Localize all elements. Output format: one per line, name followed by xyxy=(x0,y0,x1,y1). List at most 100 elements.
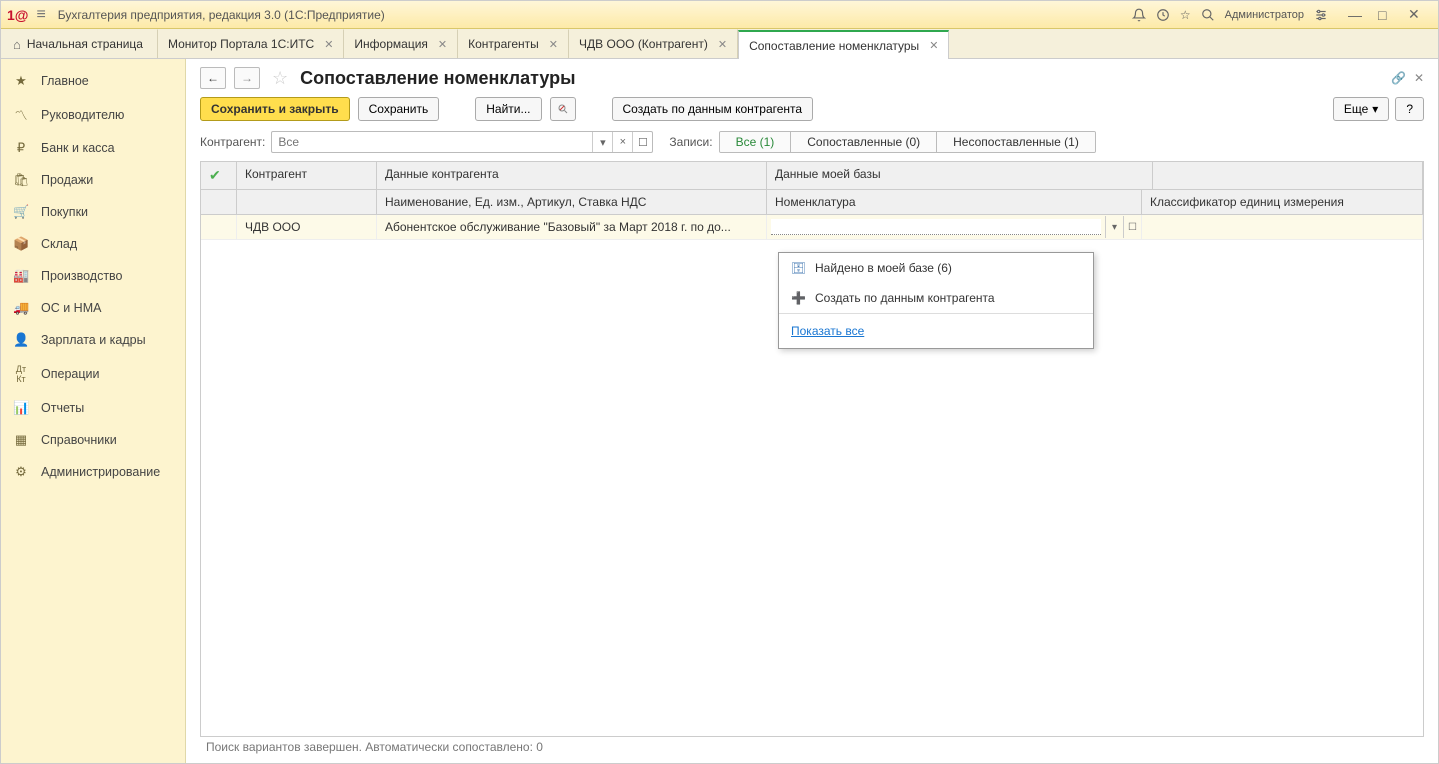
tab-chdv[interactable]: ЧДВ ООО (Контрагент) ✕ xyxy=(569,29,738,58)
sidebar-label: Администрирование xyxy=(41,465,160,479)
more-button[interactable]: Еще ▾ xyxy=(1333,97,1389,121)
th-nomen[interactable]: Номенклатура xyxy=(767,190,1142,214)
tab-close-icon[interactable]: ✕ xyxy=(324,38,333,51)
cell-check[interactable] xyxy=(201,215,237,239)
sidebar-label: Производство xyxy=(41,269,123,283)
th-klass[interactable]: Классификатор единиц измерения xyxy=(1142,190,1423,214)
history-icon[interactable] xyxy=(1156,8,1170,22)
th-sub-check xyxy=(201,190,237,214)
th-sub-kontr xyxy=(237,190,377,214)
tab-close-icon[interactable]: ✕ xyxy=(438,38,447,51)
create-by-kontr-button[interactable]: Создать по данным контрагента xyxy=(612,97,814,121)
clear-icon[interactable]: × xyxy=(612,132,632,152)
find-button[interactable]: Найти... xyxy=(475,97,541,121)
seg-matched[interactable]: Сопоставленные (0) xyxy=(791,132,937,152)
dd-create-label: Создать по данным контрагента xyxy=(815,291,995,305)
bell-icon[interactable] xyxy=(1132,8,1146,22)
sidebar-label: Главное xyxy=(41,74,89,88)
tab-close-icon[interactable]: ✕ xyxy=(718,38,727,51)
app-title: Бухгалтерия предприятия, редакция 3.0 (1… xyxy=(58,8,1132,22)
table-row[interactable]: ЧДВ ООО Абонентское обслуживание "Базовы… xyxy=(201,215,1423,240)
th-data-base[interactable]: Данные моей базы xyxy=(767,162,1153,189)
search-icon[interactable] xyxy=(1201,8,1215,22)
sidebar-item-sklad[interactable]: 📦Склад xyxy=(1,228,185,260)
window-controls: — □ ✕ xyxy=(1348,6,1432,23)
sidebar-label: Банк и касса xyxy=(41,141,115,155)
sidebar-item-pokupki[interactable]: 🛒Покупки xyxy=(1,196,185,228)
dd-show-all[interactable]: Показать все xyxy=(779,314,1093,348)
sidebar-item-spravochniki[interactable]: ▦Справочники xyxy=(1,424,185,456)
tab-info[interactable]: Информация ✕ xyxy=(344,29,458,58)
sidebar-item-prodazhi[interactable]: 🛍Продажи xyxy=(1,164,185,196)
chart-icon: 〽 xyxy=(13,105,29,124)
kontr-combo[interactable]: ▾ × ☐ xyxy=(271,131,653,153)
cell-data: Абонентское обслуживание "Базовый" за Ма… xyxy=(377,215,767,239)
maximize-icon[interactable]: □ xyxy=(1378,6,1402,23)
help-button[interactable]: ? xyxy=(1395,97,1424,121)
cell-kontr: ЧДВ ООО xyxy=(237,215,377,239)
tab-label: Монитор Портала 1С:ИТС xyxy=(168,37,314,51)
gear-icon: ⚙ xyxy=(13,464,29,480)
filter-row: Контрагент: ▾ × ☐ Записи: Все (1) Сопост… xyxy=(200,131,1424,153)
seg-unmatched[interactable]: Несопоставленные (1) xyxy=(937,132,1095,152)
chevron-down-icon: ▾ xyxy=(1372,102,1378,116)
sidebar-item-otchety[interactable]: 📊Отчеты xyxy=(1,392,185,424)
tab-sopostavlenie[interactable]: Сопоставление номенклатуры ✕ xyxy=(738,30,949,59)
dd-create[interactable]: ➕ Создать по данным контрагента xyxy=(779,283,1093,313)
nomen-dropdown: 🗄 Найдено в моей базе (6) ➕ Создать по д… xyxy=(778,252,1094,349)
save-button[interactable]: Сохранить xyxy=(358,97,440,121)
chevron-down-icon[interactable]: ▾ xyxy=(1105,216,1123,238)
th-empty xyxy=(1153,162,1423,189)
sidebar-item-proizvodstvo[interactable]: 🏭Производство xyxy=(1,260,185,292)
find-clear-button[interactable] xyxy=(550,97,576,121)
sidebar-item-zarplata[interactable]: 👤Зарплата и кадры xyxy=(1,324,185,356)
th-data-kontr[interactable]: Данные контрагента xyxy=(377,162,767,189)
table: ✔ Контрагент Данные контрагента Данные м… xyxy=(200,161,1424,737)
open-icon[interactable]: ☐ xyxy=(632,132,652,152)
kontr-input[interactable] xyxy=(272,135,592,149)
page-title: Сопоставление номенклатуры xyxy=(300,68,575,89)
tab-close-icon[interactable]: ✕ xyxy=(549,38,558,51)
tab-label: Контрагенты xyxy=(468,37,539,51)
sidebar-label: Руководителю xyxy=(41,108,124,122)
plus-circle-icon: ➕ xyxy=(791,291,805,305)
favorite-icon[interactable]: ☆ xyxy=(272,68,288,89)
chevron-down-icon[interactable]: ▾ xyxy=(592,132,612,152)
nav-forward-button[interactable]: → xyxy=(234,67,260,89)
sidebar-label: Продажи xyxy=(41,173,93,187)
tab-close-icon[interactable]: ✕ xyxy=(929,39,938,52)
open-dialog-icon[interactable]: ☐ xyxy=(1123,216,1141,238)
th-naim[interactable]: Наименование, Ед. изм., Артикул, Ставка … xyxy=(377,190,767,214)
minimize-icon[interactable]: — xyxy=(1348,6,1372,23)
sidebar-item-admin[interactable]: ⚙ Администрирование xyxy=(1,456,185,488)
cell-nomen[interactable]: ▾ ☐ xyxy=(767,215,1142,239)
sidebar-item-os-nma[interactable]: 🚚ОС и НМА xyxy=(1,292,185,324)
tab-kontragenty[interactable]: Контрагенты ✕ xyxy=(458,29,569,58)
user-label[interactable]: Администратор xyxy=(1225,9,1304,21)
sidebar-label: Справочники xyxy=(41,433,117,447)
filter-segments: Все (1) Сопоставленные (0) Несопоставлен… xyxy=(719,131,1096,153)
th-kontr[interactable]: Контрагент xyxy=(237,162,377,189)
seg-all[interactable]: Все (1) xyxy=(720,132,792,152)
close-icon[interactable]: ✕ xyxy=(1408,6,1432,23)
basket-icon: 🛒 xyxy=(13,204,29,220)
menu-icon[interactable]: ≡ xyxy=(36,6,45,24)
dd-found[interactable]: 🗄 Найдено в моей базе (6) xyxy=(779,253,1093,283)
sidebar-item-operacii[interactable]: ДтКтОперации xyxy=(1,356,185,392)
tab-home[interactable]: ⌂ Начальная страница xyxy=(5,29,158,58)
star-icon[interactable]: ☆ xyxy=(1180,8,1191,22)
sidebar-item-rukovoditelu[interactable]: 〽 Руководителю xyxy=(1,97,185,132)
settings-icon[interactable] xyxy=(1314,8,1328,22)
sidebar-item-glavnoe[interactable]: ★Главное xyxy=(1,65,185,97)
filter-kontr-label: Контрагент: xyxy=(200,135,265,149)
th-check[interactable]: ✔ xyxy=(201,162,237,189)
save-close-button[interactable]: Сохранить и закрыть xyxy=(200,97,350,121)
sidebar-label: ОС и НМА xyxy=(41,301,101,315)
box-icon: 📦 xyxy=(13,236,29,252)
link-icon[interactable]: 🔗 xyxy=(1391,71,1406,85)
nomen-input[interactable] xyxy=(771,219,1101,235)
sidebar-item-bank[interactable]: ₽Банк и касса xyxy=(1,132,185,164)
nav-back-button[interactable]: ← xyxy=(200,67,226,89)
tab-monitor[interactable]: Монитор Портала 1С:ИТС ✕ xyxy=(158,29,344,58)
page-close-icon[interactable]: ✕ xyxy=(1414,71,1424,85)
